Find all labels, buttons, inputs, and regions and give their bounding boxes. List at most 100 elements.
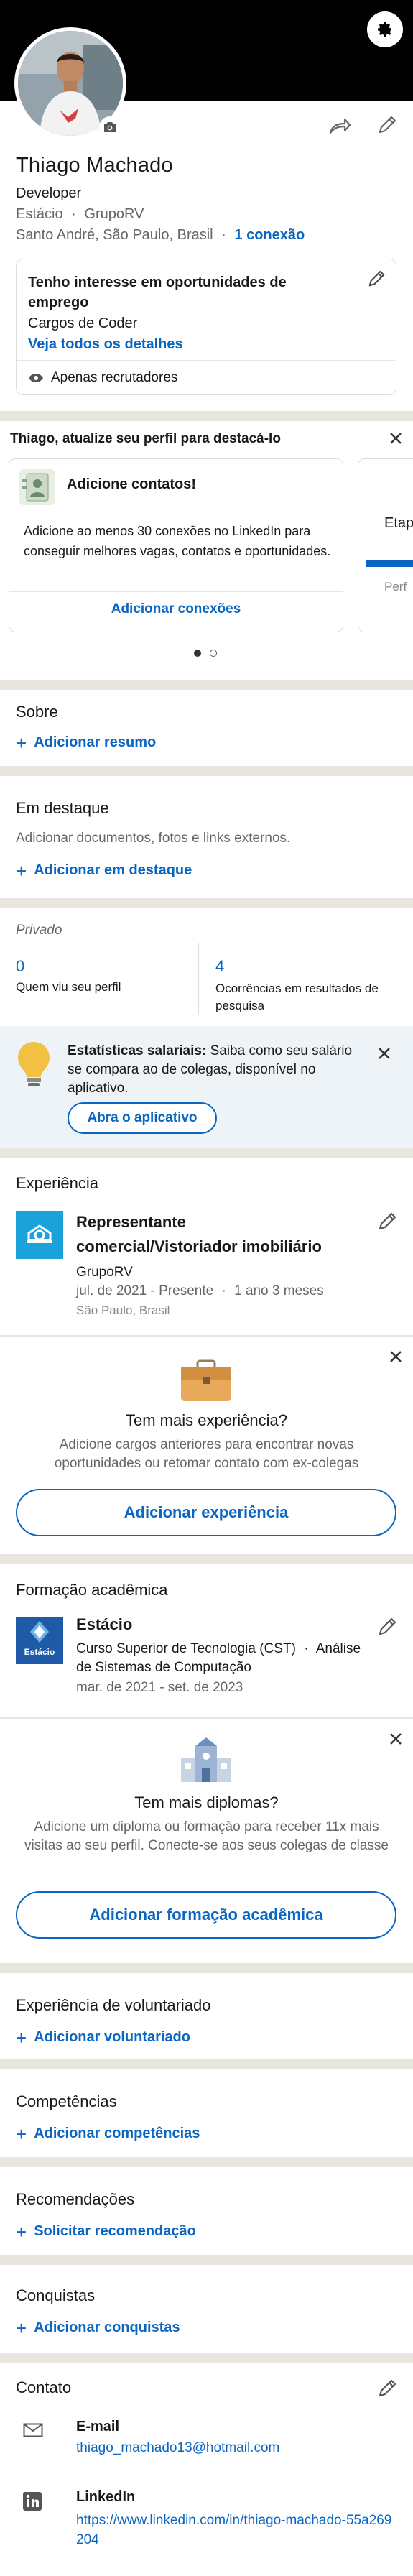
recommendations-title: Recomendações [16, 2190, 135, 2208]
carousel-pagination[interactable] [194, 650, 217, 657]
open-app-button[interactable]: Abra o aplicativo [68, 1102, 217, 1134]
recommendations-section: Recomendações + Solicitar recomendação [0, 2167, 413, 2255]
lightbulb-icon [18, 1042, 50, 1086]
edit-contact-pencil-icon[interactable] [377, 2378, 397, 2399]
accomplishments-section: Conquistas + Adicionar conquistas [0, 2265, 413, 2353]
bullet-separator: · [71, 206, 76, 222]
current-company: Estácio [16, 206, 63, 222]
company-logo[interactable] [16, 1211, 63, 1259]
plus-icon: + [16, 2123, 27, 2145]
profile-page: Thiago Machado Developer Estácio · Grupo… [0, 0, 413, 2576]
add-featured-label: Adicionar em destaque [34, 862, 192, 878]
contact-title: Contato [16, 2378, 72, 2396]
add-volunteering-label: Adicionar voluntariado [34, 2029, 190, 2045]
visibility-label: Apenas recrutadores [51, 370, 178, 385]
next-suggestion-card[interactable]: Etap Perf [358, 458, 413, 632]
featured-section: Em destaque Adicionar documentos, fotos … [0, 776, 413, 898]
linkedin-url-link[interactable]: https://www.linkedin.com/in/thiago-macha… [76, 2511, 392, 2549]
edit-open-to-work-pencil-icon[interactable] [367, 269, 386, 288]
briefcase-icon [181, 1359, 231, 1401]
request-recommendation-button[interactable]: + Solicitar recomendação [16, 2220, 196, 2243]
accomplishments-title: Conquistas [16, 2286, 96, 2304]
camera-button[interactable] [99, 116, 121, 138]
linkedin-icon [23, 2492, 42, 2511]
bullet-separator: · [221, 227, 226, 243]
profile-views-stat[interactable]: 0 Quem viu seu perfil [16, 957, 195, 994]
featured-description: Adicionar documentos, fotos e links exte… [16, 831, 291, 846]
analytics-section: Privado 0 Quem viu seu perfil 4 Ocorrênc… [0, 908, 413, 1030]
linkedin-label: LinkedIn [76, 2489, 136, 2505]
experience-prompt-title: Tem mais experiência? [126, 1411, 287, 1429]
school-building-icon [181, 1737, 231, 1782]
search-appearances-count: 4 [215, 957, 225, 975]
envelope-icon [23, 2423, 43, 2437]
bullet-separator: · [304, 1641, 309, 1656]
add-experience-button[interactable]: Adicionar experiência [16, 1489, 396, 1536]
salary-insights-bold: Estatísticas salariais: [68, 1043, 207, 1058]
share-icon[interactable] [328, 115, 351, 135]
about-title: Sobre [16, 703, 58, 721]
experience-dates: jul. de 2021 - Presente [76, 1283, 214, 1298]
add-education-button[interactable]: Adicionar formação acadêmica [16, 1891, 396, 1939]
search-appearances-stat[interactable]: 4 Ocorrências em resultados de pesquisa [215, 957, 395, 1015]
open-to-work-card[interactable]: Tenho interesse em oportunidades de empr… [16, 259, 396, 395]
add-skills-label: Adicionar competências [34, 2125, 200, 2141]
close-icon[interactable] [377, 1046, 391, 1061]
profile-suggestions-section: Thiago, atualize seu perfil para destacá… [0, 421, 413, 680]
experience-title: Experiência [16, 1174, 98, 1192]
experience-duration: 1 ano 3 meses [234, 1283, 324, 1298]
profile-location-row: Santo André, São Paulo, Brasil · 1 conex… [16, 225, 396, 246]
close-icon[interactable] [389, 1349, 403, 1364]
add-featured-button[interactable]: + Adicionar em destaque [16, 859, 192, 882]
next-card-sub: Perf [384, 580, 407, 594]
salary-insights-banner: Estatísticas salariais: Saiba como seu s… [0, 1026, 413, 1148]
plus-icon: + [16, 2220, 27, 2243]
education-prompt-title: Tem mais diplomas? [134, 1793, 279, 1811]
experience-prompt-body: Adicione cargos anteriores para encontra… [54, 1437, 359, 1471]
education-degree: Curso Superior de Tecnologia (CST) [76, 1641, 296, 1656]
add-summary-label: Adicionar resumo [34, 734, 157, 750]
pagination-dot-active[interactable] [194, 650, 201, 657]
email-link[interactable]: thiago_machado13@hotmail.com [76, 2440, 279, 2456]
education-degree-row: Curso Superior de Tecnologia (CST) · Aná… [76, 1640, 371, 1677]
add-summary-button[interactable]: + Adicionar resumo [16, 734, 157, 752]
add-accomplishments-button[interactable]: + Adicionar conquistas [16, 2319, 180, 2337]
pagination-dot[interactable] [210, 650, 217, 657]
education-section: Formação acadêmica Estácio Estácio Curso… [0, 1564, 413, 1973]
experience-role[interactable]: Representante comercial/Vistoriador imob… [76, 1210, 349, 1259]
plus-icon: + [16, 2026, 27, 2049]
plus-icon: + [16, 859, 27, 882]
skills-section: Competências + Adicionar competências [0, 2069, 413, 2157]
profile-location: Santo André, São Paulo, Brasil [16, 227, 213, 243]
close-icon[interactable] [389, 431, 403, 446]
school-logo[interactable]: Estácio [16, 1617, 63, 1664]
edit-experience-pencil-icon[interactable] [377, 1211, 397, 1232]
see-all-details-link[interactable]: Veja todos os detalhes [28, 336, 384, 353]
add-skills-button[interactable]: + Adicionar competências [16, 2123, 200, 2145]
add-connections-button[interactable]: Adicionar conexões [9, 601, 343, 617]
education-prompt-body: Adicione um diploma ou formação para rec… [24, 1819, 389, 1853]
gear-icon [378, 22, 391, 37]
close-icon[interactable] [389, 1732, 403, 1746]
bullet-separator: · [221, 1283, 226, 1298]
request-recommendation-label: Solicitar recomendação [34, 2223, 196, 2239]
current-group: GrupoRV [84, 206, 144, 222]
camera-icon [104, 122, 116, 132]
profile-headline: Developer [16, 185, 82, 201]
search-appearances-label: Ocorrências em resultados de pesquisa [215, 982, 379, 1012]
profile-views-label: Quem viu seu perfil [16, 980, 121, 994]
education-school[interactable]: Estácio [76, 1615, 132, 1634]
next-card-title: Etap [384, 515, 413, 531]
connections-link[interactable]: 1 conexão [234, 227, 305, 243]
add-accomplishments-label: Adicionar conquistas [34, 2319, 180, 2335]
edit-profile-pencil-icon[interactable] [377, 115, 397, 135]
settings-button[interactable] [367, 11, 403, 47]
add-volunteering-button[interactable]: + Adicionar voluntariado [16, 2026, 190, 2049]
school-logo-icon [30, 1621, 49, 1643]
profile-intro: Thiago Machado Developer Estácio · Grupo… [16, 154, 396, 246]
experience-company: GrupoRV [76, 1265, 133, 1280]
profile-current-positions: Estácio · GrupoRV [16, 204, 396, 225]
experience-location: São Paulo, Brasil [76, 1303, 170, 1317]
edit-education-pencil-icon[interactable] [377, 1617, 397, 1637]
contact-section: Contato E-mail thiago_machado13@hotmail.… [0, 2363, 413, 2576]
